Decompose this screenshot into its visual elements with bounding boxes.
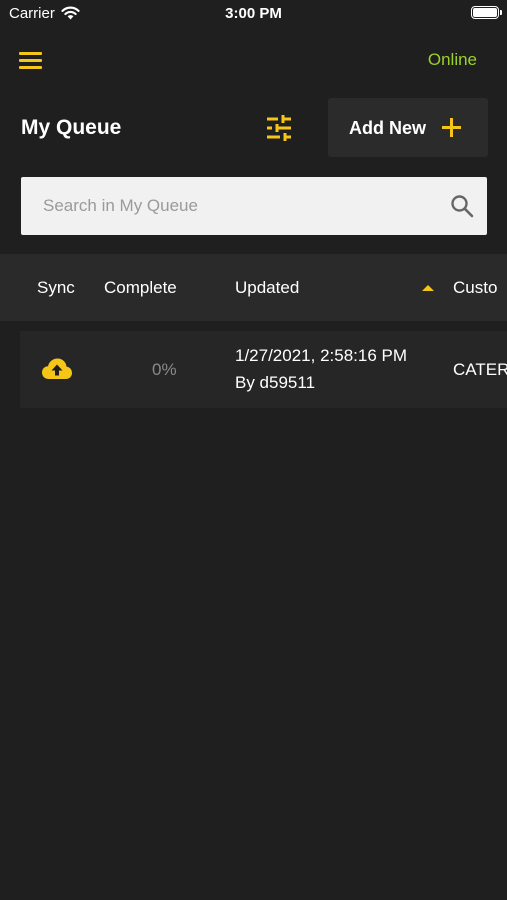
sort-ascending-icon[interactable] [422, 285, 434, 291]
battery-icon [471, 6, 502, 19]
status-bar: Carrier 3:00 PM [0, 0, 507, 26]
add-new-label: Add New [349, 118, 427, 138]
plus-icon [442, 118, 462, 138]
screen: Carrier 3:00 PM Online My Queue Add New … [0, 0, 507, 900]
menu-line [19, 66, 42, 69]
sliders-filter-icon[interactable] [264, 114, 294, 142]
customer-cell: CATER [453, 360, 507, 379]
search-box [21, 177, 487, 235]
hamburger-menu-icon[interactable] [19, 50, 43, 70]
complete-percentage: 0% [152, 360, 177, 379]
column-header-sync[interactable]: Sync [37, 278, 75, 298]
cloud-upload-icon[interactable] [41, 357, 73, 381]
updated-date: 1/27/2021, 2:58:16 PM [235, 346, 408, 365]
column-header-customer[interactable]: Custo [453, 278, 497, 298]
search-input[interactable] [21, 177, 441, 235]
column-header-updated[interactable]: Updated [235, 278, 299, 298]
search-icon[interactable] [450, 194, 474, 218]
page-title: My Queue [21, 116, 122, 139]
column-header-complete[interactable]: Complete [104, 278, 177, 298]
menu-line [19, 52, 42, 55]
add-new-button[interactable]: Add New [328, 98, 488, 157]
clock: 3:00 PM [225, 5, 282, 22]
connection-status: Online [427, 50, 477, 69]
table-row[interactable]: 0% 1/27/2021, 2:58:16 PM By d59511 CATER [20, 331, 507, 408]
menu-line [19, 59, 42, 62]
updated-by: By d59511 [235, 373, 316, 392]
